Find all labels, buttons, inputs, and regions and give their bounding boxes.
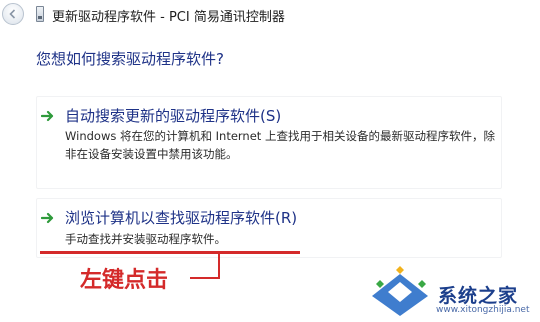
green-arrow-icon <box>41 212 54 224</box>
back-button[interactable] <box>2 3 24 25</box>
option-browse-computer[interactable]: 浏览计算机以查找驱动程序软件(R) 手动查找并安装驱动程序软件。 <box>36 198 502 258</box>
title-bar: 更新驱动程序软件 - PCI 简易通讯控制器 <box>0 0 540 30</box>
back-arrow-icon <box>9 9 16 19</box>
option-auto-search-description: Windows 将在您的计算机和 Internet 上查找用于相关设备的最新驱动… <box>65 129 495 161</box>
option-browse-computer-title[interactable]: 浏览计算机以查找驱动程序软件(R) <box>65 207 297 228</box>
option-auto-search[interactable]: 自动搜索更新的驱动程序软件(S) Windows 将在您的计算机和 Intern… <box>36 96 502 189</box>
device-icon <box>36 6 44 22</box>
annotation-text: 左键点击 <box>80 268 169 293</box>
watermark-logo-icon <box>372 266 428 316</box>
watermark-brand: 系统之家 <box>438 285 519 307</box>
annotation-connector <box>218 254 220 278</box>
option-auto-search-title[interactable]: 自动搜索更新的驱动程序软件(S) <box>65 105 281 126</box>
annotation-connector <box>190 277 220 279</box>
window-title: 更新驱动程序软件 - PCI 简易通讯控制器 <box>52 10 285 25</box>
page-heading: 您想如何搜索驱动程序软件? <box>36 50 224 68</box>
green-arrow-icon <box>41 110 54 122</box>
option-browse-computer-description: 手动查找并安装驱动程序软件。 <box>65 232 226 246</box>
watermark-url: www.xitongzhijia.net <box>436 305 530 315</box>
annotation-underline <box>40 251 300 254</box>
